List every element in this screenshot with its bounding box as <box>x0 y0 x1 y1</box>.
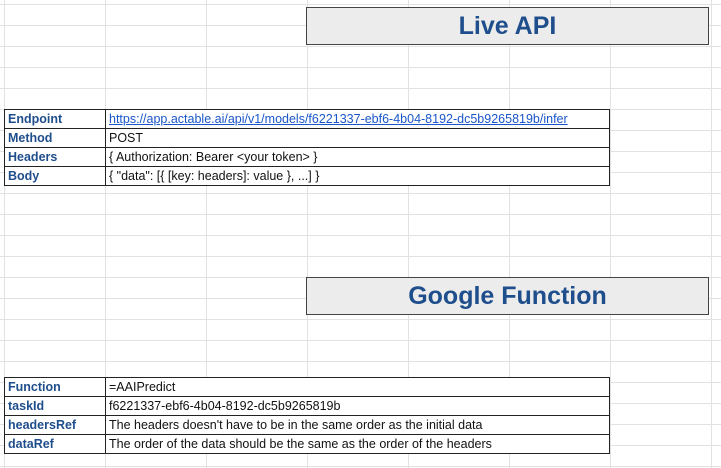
endpoint-value-cell[interactable]: https://app.actable.ai/api/v1/models/f62… <box>105 109 610 129</box>
taskid-value-cell[interactable]: f6221337-ebf6-4b04-8192-dc5b9265819b <box>105 396 610 416</box>
google-function-table: Function =AAIPredict taskId f6221337-ebf… <box>4 377 610 454</box>
table-row: headersRef The headers doesn't have to b… <box>4 415 610 435</box>
table-row: dataRef The order of the data should be … <box>4 434 610 454</box>
table-row: Function =AAIPredict <box>4 377 610 397</box>
live-api-title-cell[interactable]: Live API <box>306 7 709 45</box>
method-value-cell[interactable]: POST <box>105 128 610 148</box>
function-value-cell[interactable]: =AAIPredict <box>105 377 610 397</box>
table-row: Headers { Authorization: Bearer <your to… <box>4 147 610 167</box>
endpoint-link[interactable]: https://app.actable.ai/api/v1/models/f62… <box>109 112 568 126</box>
body-value-cell[interactable]: { "data": [{ [key: headers]: value }, ..… <box>105 166 610 186</box>
table-row: Method POST <box>4 128 610 148</box>
live-api-title: Live API <box>458 11 557 40</box>
endpoint-label-cell[interactable]: Endpoint <box>4 109 106 129</box>
dataref-label-cell[interactable]: dataRef <box>4 434 106 454</box>
table-row: Endpoint https://app.actable.ai/api/v1/m… <box>4 109 610 129</box>
taskid-label-cell[interactable]: taskId <box>4 396 106 416</box>
headers-value-cell[interactable]: { Authorization: Bearer <your token> } <box>105 147 610 167</box>
body-label-cell[interactable]: Body <box>4 166 106 186</box>
dataref-value-cell[interactable]: The order of the data should be the same… <box>105 434 610 454</box>
google-function-title: Google Function <box>408 281 607 310</box>
function-label-cell[interactable]: Function <box>4 377 106 397</box>
headersref-label-cell[interactable]: headersRef <box>4 415 106 435</box>
table-row: taskId f6221337-ebf6-4b04-8192-dc5b92658… <box>4 396 610 416</box>
live-api-table: Endpoint https://app.actable.ai/api/v1/m… <box>4 109 610 186</box>
google-function-title-cell[interactable]: Google Function <box>306 277 709 315</box>
headers-label-cell[interactable]: Headers <box>4 147 106 167</box>
table-row: Body { "data": [{ [key: headers]: value … <box>4 166 610 186</box>
headersref-value-cell[interactable]: The headers doesn't have to be in the sa… <box>105 415 610 435</box>
method-label-cell[interactable]: Method <box>4 128 106 148</box>
